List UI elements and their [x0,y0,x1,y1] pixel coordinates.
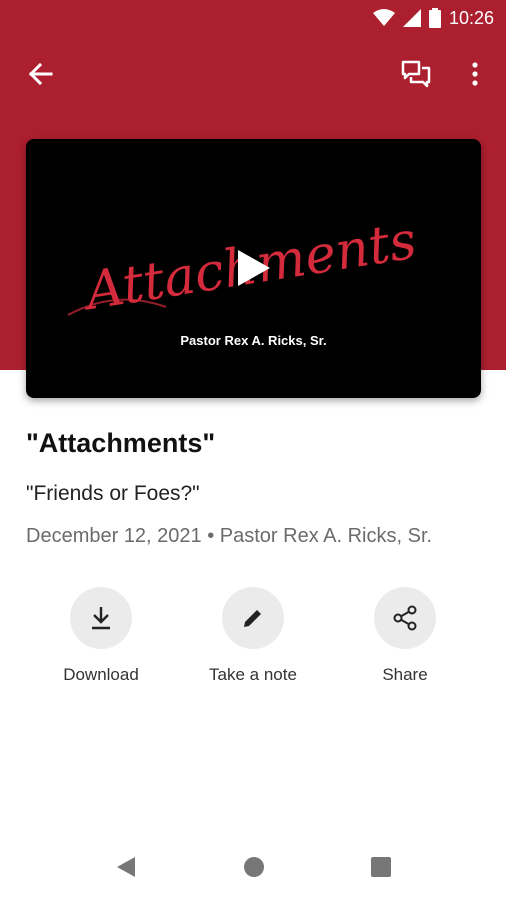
nav-back-icon [117,857,135,877]
back-button[interactable] [20,56,60,92]
nav-home-button[interactable] [239,852,269,882]
download-action[interactable]: Download [31,587,171,685]
sermon-title: "Attachments" [26,428,216,458]
video-pastor-overlay: Pastor Rex A. Ricks, Sr. [180,333,327,348]
share-icon [393,605,417,631]
nav-recents-icon [371,857,391,877]
wifi-icon [372,9,395,26]
signal-icon [402,9,421,27]
more-vert-icon [472,62,478,86]
sermon-meta: December 12, 2021 • Pastor Rex A. Ricks,… [26,525,433,547]
take-note-label: Take a note [209,665,297,684]
download-label: Download [63,665,139,684]
status-time: 10:26 [448,7,494,28]
take-note-button[interactable] [222,587,284,649]
share-action[interactable]: Share [335,587,475,685]
video-player[interactable]: Attachments Pastor Rex A. Ricks, Sr. [26,139,481,398]
pencil-icon [244,610,261,627]
chat-icon [401,60,431,88]
nav-recents-button[interactable] [366,852,396,882]
battery-icon [428,8,441,28]
download-button[interactable] [70,587,132,649]
app-bar [0,44,506,104]
more-options-button[interactable] [460,56,490,92]
nav-home-icon [244,857,264,877]
sermon-subtitle: "Friends or Foes?" [26,482,200,505]
share-button[interactable] [374,587,436,649]
chat-button[interactable] [396,56,436,92]
play-icon[interactable] [236,248,272,288]
system-nav-bar [0,830,506,900]
download-icon [92,607,110,630]
share-label: Share [382,665,428,684]
take-note-action[interactable]: Take a note [183,587,323,685]
nav-back-button[interactable] [111,852,141,882]
status-bar: 10:26 [0,0,506,36]
back-arrow-icon [28,62,53,86]
status-icons: 10:26 [372,6,494,30]
